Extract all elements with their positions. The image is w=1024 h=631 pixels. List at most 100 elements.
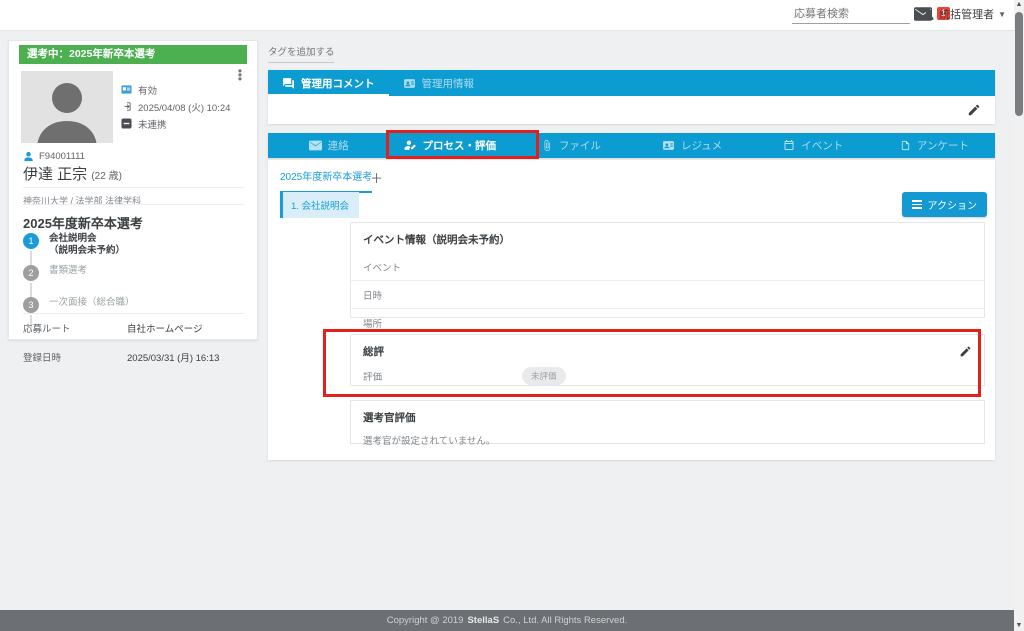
account-label: 統括管理者 xyxy=(939,6,994,22)
copyright-post: Co., Ltd. All Rights Reserved. xyxy=(503,615,627,626)
tab-resume-label: レジュメ xyxy=(681,138,722,153)
main-tab-bar: 連絡 プロセス・評価 ファイル レジュメ イベント xyxy=(268,133,995,158)
step-connector xyxy=(30,283,32,297)
evaluation-status-badge: 未評価 xyxy=(522,367,566,385)
process-title: 2025年度新卒本選考 xyxy=(23,204,245,232)
meta-route-value: 自社ホームページ xyxy=(127,321,203,335)
admin-tab-bar: 管理用コメント 管理用情報 xyxy=(268,70,995,96)
copyright-pre: Copyright @ 2019 xyxy=(387,615,464,626)
overall-review-title: 総評 xyxy=(351,335,984,365)
step-2-label: 書類選考 xyxy=(49,265,135,277)
menu-lines-icon xyxy=(912,198,922,211)
step-2-number: 2 xyxy=(23,265,39,281)
meta-registered-value: 2025/03/31 (月) 16:13 xyxy=(127,350,219,364)
action-button[interactable]: アクション xyxy=(902,192,988,217)
resume-card-icon xyxy=(662,139,675,152)
examiner-empty-message: 選考官が設定されていません。 xyxy=(351,431,984,449)
stage-row: 1. 会社説明会 アクション xyxy=(268,192,995,218)
tab-resume[interactable]: レジュメ xyxy=(632,133,753,158)
chevron-down-icon: ▼ xyxy=(998,10,1006,19)
step-3-number: 3 xyxy=(23,297,39,313)
applicant-name-text: 伊達 正宗 xyxy=(23,166,87,183)
tag-input[interactable] xyxy=(268,45,334,63)
examiner-evaluation-card: 選考官評価 選考官が設定されていません。 xyxy=(350,400,985,444)
card-menu-icon[interactable]: ••• xyxy=(235,69,245,81)
step-2: 2 書類選考 xyxy=(23,265,135,289)
user-icon xyxy=(922,8,935,21)
tab-events[interactable]: イベント xyxy=(753,133,874,158)
valid-badge-icon xyxy=(121,84,132,95)
calendar-icon xyxy=(783,139,795,152)
scroll-up-icon[interactable]: ▲ xyxy=(1014,0,1024,10)
meta-route-label: 応募ルート xyxy=(23,321,127,335)
scrollbar[interactable]: ▲ ▼ xyxy=(1014,0,1024,631)
selection-status-banner: 選考中：2025年新卒本選考 xyxy=(19,45,247,64)
tab-admin-comment-label: 管理用コメント xyxy=(301,76,375,91)
admin-comment-card: 管理用コメント 管理用情報 xyxy=(268,70,995,124)
last-login-value: 2025/04/08 (火) 10:24 xyxy=(138,100,230,114)
not-linked-icon xyxy=(121,118,132,129)
tab-events-label: イベント xyxy=(801,138,843,153)
paperclip-icon xyxy=(541,139,553,152)
last-login-icon xyxy=(121,101,132,112)
step-3-label: 一次面接（総合職） xyxy=(49,297,135,309)
account-menu[interactable]: 統括管理者 ▼ xyxy=(922,6,1006,22)
applicant-id: F94001111 xyxy=(39,151,85,162)
search-input[interactable] xyxy=(792,5,910,24)
event-field-event: イベント xyxy=(351,253,984,281)
tab-contact-label: 連絡 xyxy=(328,138,349,153)
tag-add-field xyxy=(268,42,334,63)
brand-name: StellaS xyxy=(467,615,499,626)
admin-comment-body xyxy=(268,96,995,124)
meta-row-registered: 登録日時 2025/03/31 (月) 16:13 xyxy=(23,342,245,371)
process-panel: 2025年度新卒本選考 ＋ 1. 会社説明会 アクション イベント情報（説明会未… xyxy=(268,160,995,460)
applicant-search xyxy=(792,4,910,24)
edit-review-pencil-icon[interactable] xyxy=(959,345,972,358)
tab-admin-info-label: 管理用情報 xyxy=(422,76,475,91)
avatar xyxy=(21,71,113,143)
tab-process-evaluation-label: プロセス・評価 xyxy=(423,138,497,153)
scrollbar-thumb[interactable] xyxy=(1015,12,1023,116)
tab-files[interactable]: ファイル xyxy=(510,133,631,158)
action-button-label: アクション xyxy=(928,197,978,212)
stage-badge: 1. 会社説明会 xyxy=(280,192,359,218)
tab-survey-label: アンケート xyxy=(917,138,969,153)
applicant-name: 伊達 正宗 (22 歳) xyxy=(23,163,122,184)
tab-survey[interactable]: アンケート xyxy=(874,133,995,158)
step-1-label-main: 会社説明会 xyxy=(49,233,135,245)
tab-files-label: ファイル xyxy=(559,138,601,153)
applicant-id-row: F94001111 xyxy=(23,151,85,162)
status-row-not-linked: 未連携 xyxy=(121,117,230,130)
process-subtab-row: 2025年度新卒本選考 ＋ xyxy=(268,160,995,192)
event-field-place: 場所 xyxy=(351,309,984,336)
overall-review-card: 総評 評価 未評価 xyxy=(350,334,985,386)
step-1-number: 1 xyxy=(23,233,39,249)
tab-process-evaluation[interactable]: プロセス・評価 xyxy=(389,133,510,158)
status-valid-label: 有効 xyxy=(138,83,157,97)
step-1-label: 会社説明会 （説明会未予約） xyxy=(49,233,135,257)
meta-row-route: 応募ルート 自社ホームページ xyxy=(23,313,245,342)
tab-admin-comment[interactable]: 管理用コメント xyxy=(268,70,389,96)
event-info-title: イベント情報（説明会未予約） xyxy=(351,223,984,253)
mail-tab-icon xyxy=(309,140,322,151)
event-info-card: イベント情報（説明会未予約） イベント 日時 場所 xyxy=(350,222,985,318)
status-row-last-login: 2025/04/08 (火) 10:24 xyxy=(121,100,230,113)
top-header: 1 統括管理者 ▼ xyxy=(0,0,1014,31)
scroll-down-icon[interactable]: ▼ xyxy=(1014,621,1024,631)
applicant-age: (22 歳) xyxy=(91,171,122,182)
subtab-process-2025[interactable]: 2025年度新卒本選考 xyxy=(280,168,372,193)
status-rows: 有効 2025/04/08 (火) 10:24 未連携 xyxy=(121,83,230,134)
edit-comment-pencil-icon[interactable] xyxy=(967,103,981,117)
tab-contact[interactable]: 連絡 xyxy=(268,133,389,158)
tab-admin-info[interactable]: 管理用情報 xyxy=(389,70,489,96)
copyright-footer: Copyright @ 2019 StellaS Co., Ltd. All R… xyxy=(0,610,1014,631)
applicant-meta: 応募ルート 自社ホームページ 登録日時 2025/03/31 (月) 16:13 xyxy=(23,313,245,371)
step-1: 1 会社説明会 （説明会未予約） xyxy=(23,233,135,257)
evaluation-row: 評価 未評価 xyxy=(351,365,984,387)
document-icon xyxy=(900,139,911,152)
add-process-tab-button[interactable]: ＋ xyxy=(370,168,383,187)
meta-registered-label: 登録日時 xyxy=(23,350,127,364)
comment-icon xyxy=(282,77,295,90)
evaluation-label: 評価 xyxy=(363,369,382,383)
process-evaluation-icon xyxy=(404,139,417,152)
